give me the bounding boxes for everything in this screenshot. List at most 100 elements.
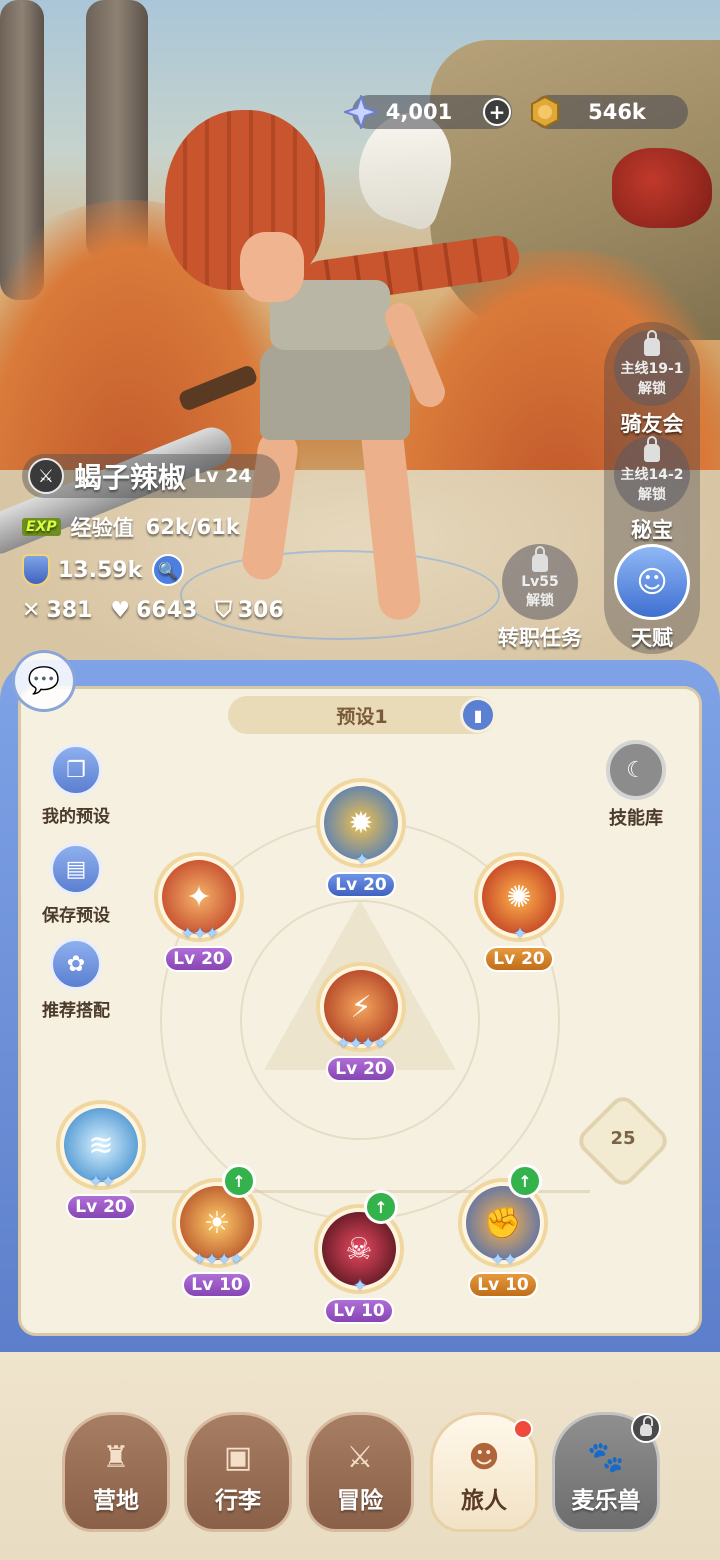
skill-stars: ✦ (352, 1276, 367, 1296)
skill-stars: ✦✦ (88, 1172, 116, 1192)
skill-stars: ✦✦ (490, 1250, 518, 1270)
job-change-label: 转职任务 (498, 626, 582, 650)
skill-level-badge: Lv 10 (468, 1272, 538, 1298)
knight-club-lock: 主线19-1 解锁 (614, 330, 690, 406)
inspect-button[interactable]: 🔍 (152, 554, 185, 586)
skill-stars: ✦ (512, 924, 527, 944)
knight-club-label: 骑友会 (620, 412, 684, 436)
unlock-state: 解锁 (526, 593, 554, 609)
preset-tab[interactable]: 预设1 (228, 696, 496, 734)
secret-treasure-label: 秘宝 (631, 518, 673, 542)
hp-value: 6643 (136, 598, 198, 623)
player-name: 蝎子辣椒 (74, 461, 187, 494)
book-icon: ▮ (473, 705, 483, 725)
skill-library-label: 技能库 (609, 808, 663, 829)
lightning-skill-icon: ≋ (64, 1108, 138, 1182)
skill-stars: ✦✦✦✦ (336, 1034, 388, 1054)
combat-power: 13.59k (58, 557, 143, 583)
unlock-requirement: Lv55 (521, 574, 559, 590)
nav-traveler[interactable]: ☻ 旅人 (430, 1412, 538, 1532)
skill-slot-bottom-3[interactable]: ☠ ✦ Lv 10 ↑ (314, 1190, 404, 1324)
nav-luggage[interactable]: ▣ 行李 (184, 1412, 292, 1532)
attack-icon: ✕ (22, 598, 41, 623)
nav-camp[interactable]: ♜ 营地 (62, 1412, 170, 1532)
exp-tag: EXP (22, 518, 61, 536)
nav-label: 旅人 (461, 1488, 507, 1514)
attack-value: 381 (46, 598, 93, 623)
sword-class-icon: ⚔ (28, 458, 64, 494)
unlock-requirement: 主线14-2 (620, 467, 684, 483)
job-change-lock: Lv55 解锁 (502, 544, 578, 620)
castle-icon: ♜ (102, 1440, 130, 1475)
pet-icon: 🐾 (587, 1440, 625, 1475)
recommended-combo-button[interactable]: ✿ 推荐搭配 (30, 938, 122, 1021)
nav-label: 营地 (93, 1488, 139, 1514)
skill-slot-bottom-1[interactable]: ≋ ✦✦ Lv 20 (56, 1100, 146, 1220)
skill-library-button[interactable]: ☾ 技能库 (600, 740, 672, 830)
my-presets-button[interactable]: ❐ 我的预设 (30, 744, 122, 827)
nav-label: 麦乐兽 (571, 1488, 641, 1514)
coin-icon (526, 93, 564, 131)
preset-name: 预设1 (336, 705, 388, 728)
star-crystal-icon (342, 93, 380, 131)
traveler-icon: ☻ (468, 1440, 500, 1475)
nav-label: 冒险 (337, 1488, 383, 1514)
skill-slot-center[interactable]: ⚡ ✦✦✦✦ Lv 20 (316, 962, 406, 1082)
backpack-icon: ▣ (223, 1440, 253, 1475)
save-preset-button[interactable]: ▤ 保存预设 (30, 843, 122, 926)
unlock-state: 解锁 (638, 487, 666, 503)
skill-level-badge: Lv 20 (326, 872, 396, 898)
skill-level-badge: Lv 20 (484, 946, 554, 972)
moon-star-icon: ☾ (606, 740, 666, 800)
skill-slot-bottom-4[interactable]: ✊ ✦✦ Lv 10 ↑ (458, 1164, 548, 1298)
secret-treasure-lock: 主线14-2 解锁 (614, 436, 690, 512)
skill-level-badge: Lv 10 (182, 1272, 252, 1298)
nav-label: 行李 (215, 1488, 261, 1514)
character-shorts (260, 345, 410, 440)
skill-level-badge: Lv 20 (66, 1194, 136, 1220)
exp-row: EXP 经验值 62k/61k (22, 512, 240, 542)
chat-icon: 💬 (27, 666, 61, 696)
unlock-requirement: 主线19-1 (620, 361, 684, 377)
gold-count: 546k (588, 100, 646, 124)
shield-icon (22, 554, 50, 586)
skill-level-badge: Lv 10 (324, 1298, 394, 1324)
skill-level-badge: Lv 20 (326, 1056, 396, 1082)
chat-button[interactable]: 💬 (12, 650, 76, 712)
skill-slot-top[interactable]: ✹ ✦ Lv 20 (316, 778, 406, 898)
gem-count: 4,001 (385, 100, 453, 124)
character-face (240, 232, 304, 302)
upgrade-arrow-icon: ↑ (222, 1164, 256, 1198)
combo-icon: ✿ (50, 938, 102, 990)
nav-adventure[interactable]: ⚔ 冒险 (306, 1412, 414, 1532)
skill-stars: ✦✦✦ (180, 924, 220, 944)
player-name-plate[interactable]: ⚔ 蝎子辣椒 Lv 24 (22, 454, 280, 498)
stats-row: ✕ 381 ♥ 6643 ⛉ 306 (22, 598, 284, 623)
skill-slot-bottom-2[interactable]: ☀ ✦✦✦✦ Lv 10 ↑ (172, 1164, 262, 1298)
preset-book-button[interactable]: ▮ (460, 697, 496, 733)
search-icon: 🔍 (158, 560, 179, 580)
job-change-button[interactable]: Lv55 解锁 转职任务 (492, 544, 588, 652)
skill-slot-right[interactable]: ✺ ✦ Lv 20 (474, 852, 564, 972)
save-icon: ▤ (50, 843, 102, 895)
defense-icon: ⛉ (215, 598, 232, 623)
brain-icon: ☺ (636, 564, 668, 600)
nav-pets[interactable]: 🐾 麦乐兽 (552, 1412, 661, 1532)
crossed-swords-icon: ⚔ (346, 1440, 374, 1475)
talent-circle: ☺ (614, 544, 690, 620)
locked-node-number: 25 (610, 1128, 636, 1149)
skill-slot-left[interactable]: ✦ ✦✦✦ Lv 20 (154, 852, 244, 972)
skill-stars: ✦✦✦✦ (192, 1250, 244, 1270)
add-gems-button[interactable]: + (478, 93, 516, 131)
save-preset-label: 保存预设 (42, 906, 110, 926)
upgrade-arrow-icon: ↑ (508, 1164, 542, 1198)
defense-value: 306 (237, 598, 284, 623)
knight-club-button[interactable]: 主线19-1 解锁 骑友会 (604, 330, 700, 438)
blade-burst-skill-icon: ⚡ (324, 970, 398, 1044)
my-presets-label: 我的预设 (42, 807, 110, 827)
unlock-state: 解锁 (638, 381, 666, 397)
talent-button[interactable]: ☺ 天赋 (604, 544, 700, 652)
pet-creature (612, 148, 712, 228)
secret-treasure-button[interactable]: 主线14-2 解锁 秘宝 (604, 436, 700, 544)
lock-icon (644, 436, 660, 462)
